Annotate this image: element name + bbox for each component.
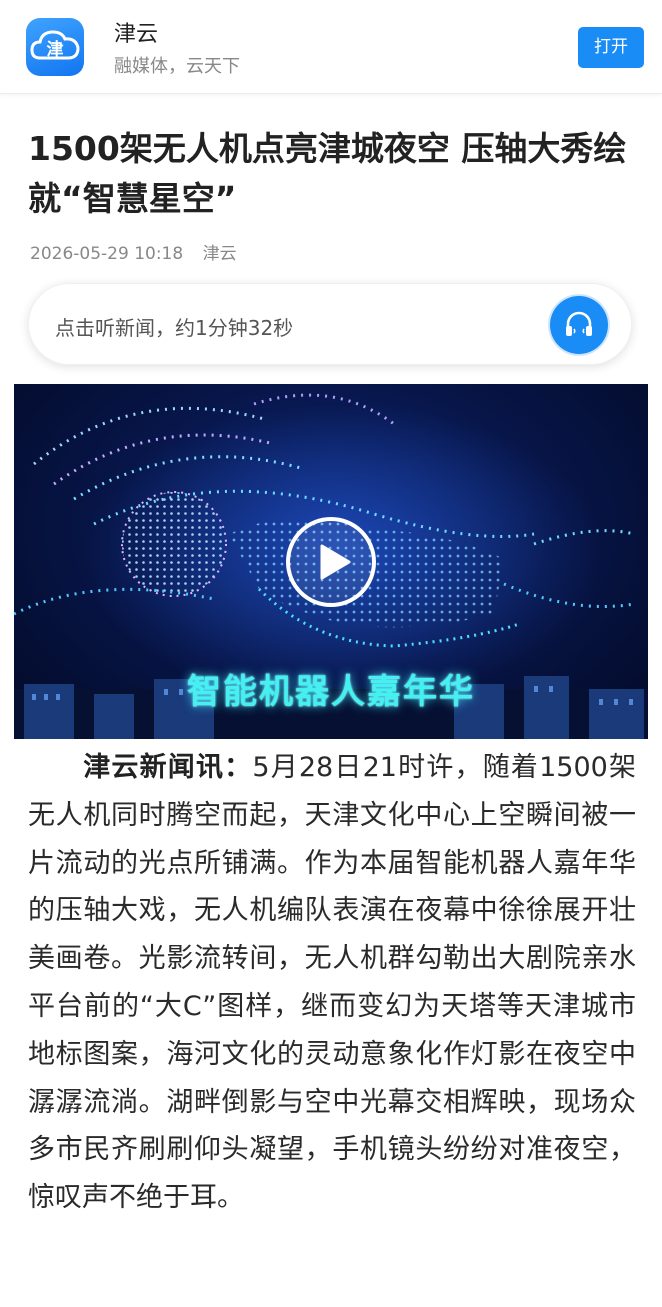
article-title: 1500架无人机点亮津城夜空 压轴大秀绘就“智慧星空” — [28, 129, 627, 218]
app-slogan: 融媒体，云天下 — [114, 56, 240, 77]
listen-news-text: 点击听新闻，约1分钟32秒 — [55, 316, 294, 340]
jinyun-logo-icon[interactable]: 津 — [26, 18, 84, 76]
video-caption: 智能机器人嘉年华 — [187, 672, 475, 712]
article-date: 2026-05-29 10:18 — [30, 244, 184, 264]
svg-text:津: 津 — [47, 39, 64, 60]
article-paragraph: 5月28日21时许，随着1500架无人机同时腾空而起，天津文化中心上空瞬间被一片… — [28, 752, 637, 1214]
article-body: 津云新闻讯：5月28日21时许，随着1500架无人机同时腾空而起，天津文化中心上… — [28, 744, 636, 1222]
play-icon[interactable] — [286, 517, 376, 607]
article-meta: 2026-05-29 10:18 津云 — [30, 239, 237, 264]
open-app-button[interactable]: 打开 — [578, 27, 644, 68]
headphones-icon[interactable] — [550, 296, 608, 354]
listen-news-bar[interactable]: 点击听新闻，约1分钟32秒 — [28, 283, 632, 365]
video-player[interactable]: 智能机器人嘉年华 — [14, 384, 648, 739]
app-banner: 津 津云 融媒体，云天下 打开 — [0, 0, 662, 94]
app-name: 津云 — [114, 22, 159, 47]
article-lead: 津云新闻讯： — [82, 752, 253, 783]
article-source[interactable]: 津云 — [203, 244, 237, 264]
